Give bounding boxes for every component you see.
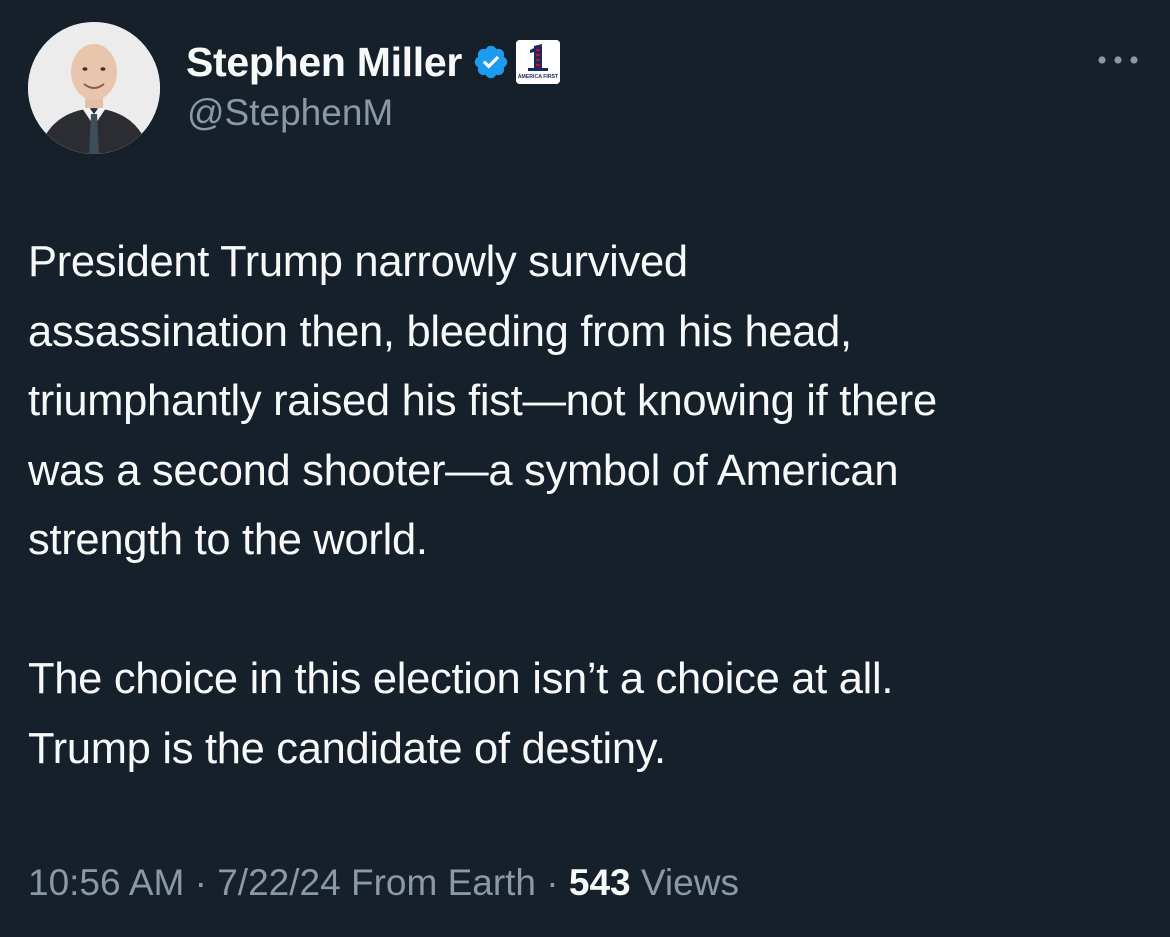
author-name-row: Stephen Miller AMERICA FIRST [186, 38, 561, 86]
tweet-time[interactable]: 10:56 AM [28, 862, 184, 903]
affiliate-badge-icon[interactable]: AMERICA FIRST [516, 40, 561, 84]
tweet-line: assassination then, bleeding from his he… [28, 307, 852, 356]
affiliate-badge-label: AMERICA FIRST [518, 74, 559, 80]
tweet-line: Trump is the candidate of destiny. [28, 724, 666, 773]
meta-separator: · [194, 862, 207, 903]
avatar[interactable] [28, 22, 160, 154]
tweet-line: triumphantly raised his fist—not knowing… [28, 377, 937, 425]
tweet-source: From Earth [350, 862, 537, 903]
tweet-line: was a second shooter—a symbol of America… [28, 446, 899, 495]
more-options-icon[interactable] [1094, 48, 1142, 72]
display-name[interactable]: Stephen Miller [186, 39, 462, 86]
meta-separator: · [546, 862, 559, 903]
author-handle[interactable]: @StephenM [187, 92, 393, 134]
views-count[interactable]: 543 [569, 862, 631, 903]
tweet-line: strength to the world. [28, 516, 428, 564]
verified-badge-icon[interactable] [472, 43, 510, 81]
views-label: Views [640, 862, 739, 903]
tweet-meta: 10:56 AM · 7/22/24 From Earth · 543 View… [28, 862, 739, 904]
avatar-image [28, 22, 160, 154]
tweet-line: The choice in this election isn’t a choi… [28, 655, 894, 703]
tweet-line: President Trump narrowly survived [28, 238, 688, 286]
tweet-card: Stephen Miller AMERICA FIRST @StephenM P… [0, 0, 1170, 937]
tweet-text: President Trump narrowly survived assass… [28, 228, 1148, 784]
tweet-date[interactable]: 7/22/24 [217, 862, 340, 903]
